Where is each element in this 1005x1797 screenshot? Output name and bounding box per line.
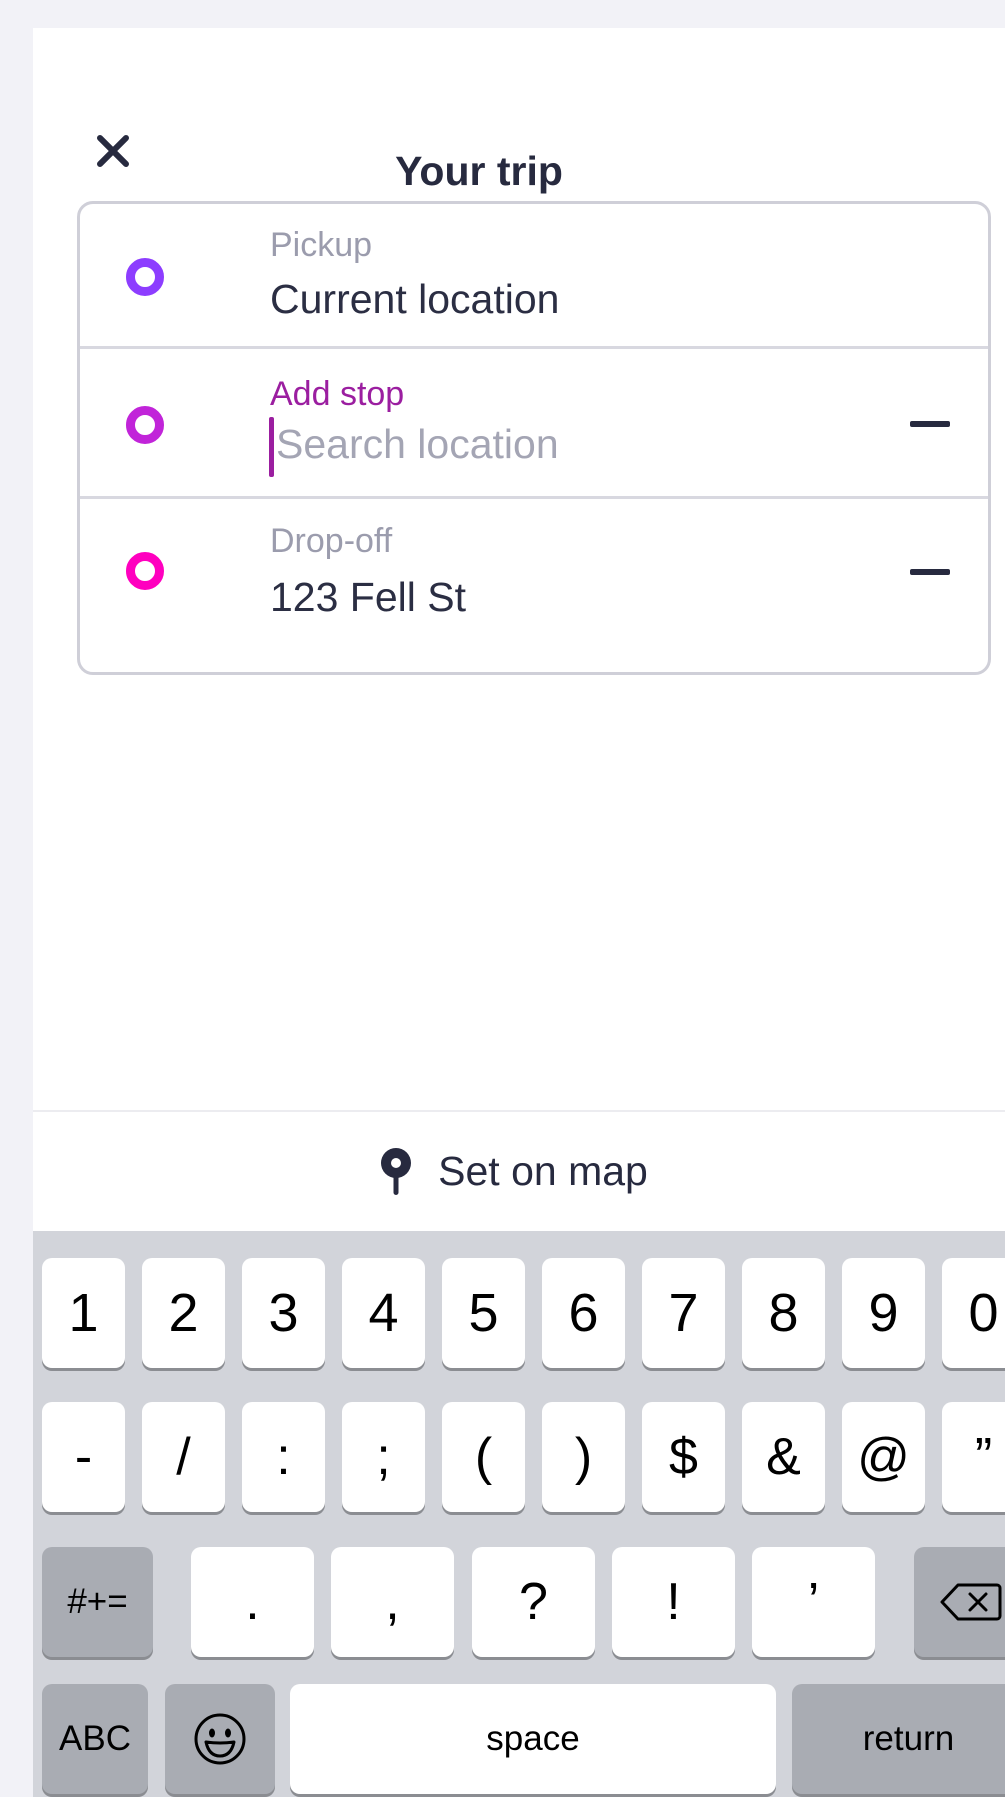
keyboard: 1 2 3 4 5 6 7 8 9 0 - / : ; ( ) $ & @ ” … — [33, 1231, 1005, 1797]
key-ampersand[interactable]: & — [742, 1402, 825, 1512]
key-apostrophe[interactable]: ’ — [752, 1547, 875, 1657]
dropoff-label: Drop-off — [270, 522, 393, 560]
set-on-map-button[interactable]: Set on map — [33, 1110, 1005, 1231]
stop-row[interactable]: Add stop — [80, 349, 988, 499]
key-slash[interactable]: / — [142, 1402, 225, 1512]
key-more-symbols[interactable]: #+= — [42, 1547, 153, 1657]
key-period[interactable]: . — [191, 1547, 314, 1657]
key-at[interactable]: @ — [842, 1402, 925, 1512]
page-title: Your trip — [395, 148, 563, 194]
key-9[interactable]: 9 — [842, 1258, 925, 1368]
dropoff-value: 123 Fell St — [270, 574, 466, 620]
key-comma[interactable]: , — [331, 1547, 454, 1657]
key-abc[interactable]: ABC — [42, 1684, 148, 1794]
key-6[interactable]: 6 — [542, 1258, 625, 1368]
backspace-key[interactable] — [914, 1547, 1005, 1657]
key-close-paren[interactable]: ) — [542, 1402, 625, 1512]
key-0[interactable]: 0 — [942, 1258, 1005, 1368]
pickup-dot-icon — [126, 258, 164, 296]
stop-search-input[interactable] — [270, 414, 830, 474]
pickup-label: Pickup — [270, 226, 373, 264]
set-on-map-label: Set on map — [438, 1148, 648, 1194]
key-8[interactable]: 8 — [742, 1258, 825, 1368]
space-key[interactable]: space — [290, 1684, 776, 1794]
backspace-icon — [940, 1583, 1002, 1621]
key-dollar[interactable]: $ — [642, 1402, 725, 1512]
key-hyphen[interactable]: - — [42, 1402, 125, 1512]
pickup-row[interactable]: Pickup Current location — [80, 204, 988, 349]
header: Your trip — [33, 28, 1005, 198]
key-colon[interactable]: : — [242, 1402, 325, 1512]
dropoff-dot-icon — [126, 552, 164, 590]
pickup-value: Current location — [270, 276, 560, 322]
key-3[interactable]: 3 — [242, 1258, 325, 1368]
key-quote[interactable]: ” — [942, 1402, 1005, 1512]
stop-dot-icon — [126, 406, 164, 444]
key-exclamation[interactable]: ! — [612, 1547, 735, 1657]
key-5[interactable]: 5 — [442, 1258, 525, 1368]
key-1[interactable]: 1 — [42, 1258, 125, 1368]
map-pin-icon — [381, 1147, 412, 1195]
key-semicolon[interactable]: ; — [342, 1402, 425, 1512]
return-key[interactable]: return — [792, 1684, 1005, 1794]
remove-stop-button[interactable] — [910, 421, 950, 427]
dropoff-row[interactable]: Drop-off 123 Fell St — [80, 499, 988, 645]
emoji-key[interactable] — [165, 1684, 275, 1794]
key-4[interactable]: 4 — [342, 1258, 425, 1368]
emoji-icon — [194, 1713, 246, 1765]
add-stop-label: Add stop — [270, 375, 405, 413]
remove-dropoff-button[interactable] — [910, 569, 950, 575]
text-cursor — [269, 417, 274, 477]
key-2[interactable]: 2 — [142, 1258, 225, 1368]
key-7[interactable]: 7 — [642, 1258, 725, 1368]
key-question[interactable]: ? — [472, 1547, 595, 1657]
key-open-paren[interactable]: ( — [442, 1402, 525, 1512]
trip-stops-card: Pickup Current location Add stop Drop-of… — [77, 201, 991, 675]
